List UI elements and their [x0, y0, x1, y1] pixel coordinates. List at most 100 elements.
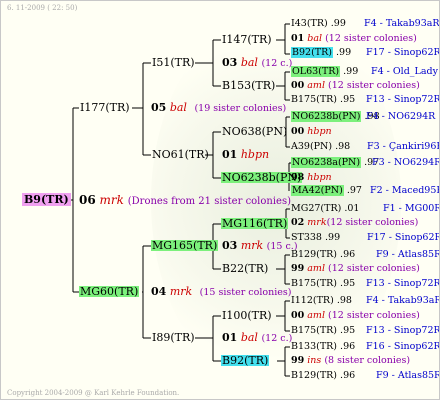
gen4-note: (12 sister colonies) [325, 33, 417, 44]
gen3-id[interactable]: B22(TR) [222, 263, 268, 274]
gen4-note: (12 sister colonies) [326, 217, 419, 228]
gen2-gen: 01 [222, 331, 238, 344]
gen4-location: F4 - Takab93aR [366, 295, 440, 306]
gen4-id[interactable]: A39(PN) [291, 141, 332, 152]
root-row: 06 mrk (Drones from 21 sister colonies) [79, 194, 291, 207]
gen2-row: 03 mrk (15 c.) [222, 240, 298, 252]
gen1-bottom-breeder: mrk [169, 285, 193, 298]
gen3-id[interactable]: I100(TR) [222, 310, 272, 321]
gen4-gen: 00 [291, 126, 305, 137]
gen4-location: F13 - Sinop72R [366, 94, 440, 105]
gen2-row: 01 hbpn [222, 149, 269, 160]
gen4-row: B129(TR) .96 [291, 250, 355, 260]
gen4-breeder: ins [307, 355, 322, 366]
gen3-id[interactable]: B153(TR) [222, 80, 275, 91]
gen2-breeder: mrk [240, 239, 264, 252]
gen4-row: ST338 .99 [291, 233, 340, 243]
gen4-score: .01 [344, 203, 360, 214]
gen1-bottom-row: 04 mrk (15 sister colonies) [151, 286, 291, 298]
gen2-gen: 03 [222, 56, 238, 69]
gen4-id[interactable]: NO6238a(PN) [291, 157, 362, 168]
gen4-id[interactable]: I112(TR) [291, 295, 334, 306]
gen2-breeder: bal [240, 56, 258, 69]
gen4-score: .95 [340, 325, 356, 336]
gen4-breeder: hbpn [307, 172, 332, 183]
gen4-gen: 00 [291, 80, 305, 91]
gen1-top-id[interactable]: I177(TR) [80, 102, 130, 113]
gen4-score: .99 [336, 47, 352, 58]
gen4-id[interactable]: B133(TR) [291, 341, 337, 352]
gen4-row: B129(TR) .96 [291, 371, 355, 381]
gen4-gen: 99 [291, 355, 305, 366]
gen4-id[interactable]: B129(TR) [291, 370, 337, 381]
pedigree-frame: 6. 11-2009 ( 22: 50) Copyright 2004-2009… [0, 0, 440, 400]
gen2-row: 01 bal (12 c.) [222, 332, 292, 344]
gen4-id[interactable]: B175(TR) [291, 94, 337, 105]
gen4-score: .99 [343, 66, 359, 77]
gen4-id[interactable]: OL63(TR) [291, 66, 341, 77]
gen2-note: (12 c.) [261, 58, 293, 69]
gen4-sister-row: 99 ins (8 sister colonies) [291, 356, 410, 366]
gen4-row: I112(TR) .98 [291, 296, 352, 306]
gen2-id[interactable]: I89(TR) [152, 332, 195, 343]
root-breeder: mrk [99, 193, 124, 207]
gen3-id[interactable]: B92(TR) [221, 355, 270, 366]
gen4-score: .95 [340, 94, 356, 105]
date-header: 6. 11-2009 ( 22: 50) [7, 4, 78, 12]
gen2-row: 03 bal (12 c.) [222, 57, 292, 69]
gen4-id[interactable]: B92(TR) [291, 47, 333, 58]
gen4-score: .97 [346, 185, 362, 196]
gen3-id[interactable]: NO638(PN) [222, 126, 287, 137]
gen4-score: .99 [330, 18, 346, 29]
gen1-bottom-id[interactable]: MG60(TR) [79, 286, 140, 297]
gen4-id[interactable]: MG27(TR) [291, 203, 341, 214]
gen4-gen: 02 [291, 217, 305, 228]
gen4-score: .98 [336, 295, 352, 306]
gen4-location: F4 - Takab93aR [364, 18, 440, 29]
gen2-id[interactable]: MG165(TR) [151, 240, 219, 251]
gen4-sister-row: 99 aml (12 sister colonies) [291, 264, 420, 274]
gen1-bottom-gen: 04 [151, 285, 167, 298]
gen4-id[interactable]: B129(TR) [291, 249, 337, 260]
gen4-breeder: mrk [307, 217, 327, 228]
gen4-sister-row: 00 hbpn [291, 127, 332, 137]
gen4-breeder: aml [307, 263, 325, 274]
gen4-id[interactable]: ST338 [291, 232, 322, 243]
gen4-id[interactable]: I43(TR) [291, 18, 328, 29]
gen4-location: F3 - NO6294R [372, 157, 440, 168]
gen1-top-note: (19 sister colonies) [194, 103, 287, 114]
gen4-score: .96 [340, 341, 356, 352]
gen4-row: B175(TR) .95 [291, 326, 355, 336]
gen4-row: B175(TR) .95 [291, 95, 355, 105]
gen2-id[interactable]: NO61(TR) [152, 149, 209, 160]
gen4-sister-row: 00 aml (12 sister colonies) [291, 81, 420, 91]
gen4-location: F9 - Atlas85R [376, 370, 440, 381]
gen4-note: (8 sister colonies) [324, 355, 411, 366]
gen4-sister-row: 00 aml (12 sister colonies) [291, 311, 420, 321]
gen1-top-breeder: bal [169, 101, 187, 114]
gen3-id[interactable]: MG116(TR) [221, 218, 289, 229]
gen4-note: (12 sister colonies) [328, 80, 420, 91]
gen4-gen: 00 [291, 310, 305, 321]
gen4-location: F3 - Çankiri96R [367, 141, 440, 152]
gen4-id[interactable]: B175(TR) [291, 325, 337, 336]
gen4-row: MG27(TR) .01 [291, 204, 359, 214]
gen4-row: NO6238a(PN) .97 [291, 157, 379, 168]
gen4-id[interactable]: B175(TR) [291, 278, 337, 289]
gen4-location: F1 - MG00R [383, 203, 440, 214]
gen2-breeder: hbpn [240, 148, 270, 161]
root-queen-id[interactable]: B9(TR) [22, 193, 71, 206]
gen4-breeder: bal [307, 33, 323, 44]
gen4-id[interactable]: NO6238b(PN) [291, 111, 362, 122]
copyright-footer: Copyright 2004-2009 @ Karl Kehrle Founda… [7, 389, 180, 397]
gen4-row: B133(TR) .96 [291, 342, 355, 352]
gen4-location: F17 - Sinop62R [367, 232, 440, 243]
gen4-row: A39(PN) .98 [291, 142, 350, 152]
gen3-id[interactable]: I147(TR) [222, 34, 272, 45]
gen4-gen: 01 [291, 33, 305, 44]
gen2-id[interactable]: I51(TR) [152, 57, 195, 68]
gen1-top-row: 05 bal (19 sister colonies) [151, 102, 286, 114]
gen4-id[interactable]: MA42(PN) [291, 185, 344, 196]
gen4-breeder: hbpn [307, 126, 332, 137]
gen4-row: MA42(PN) .97 [291, 185, 362, 196]
